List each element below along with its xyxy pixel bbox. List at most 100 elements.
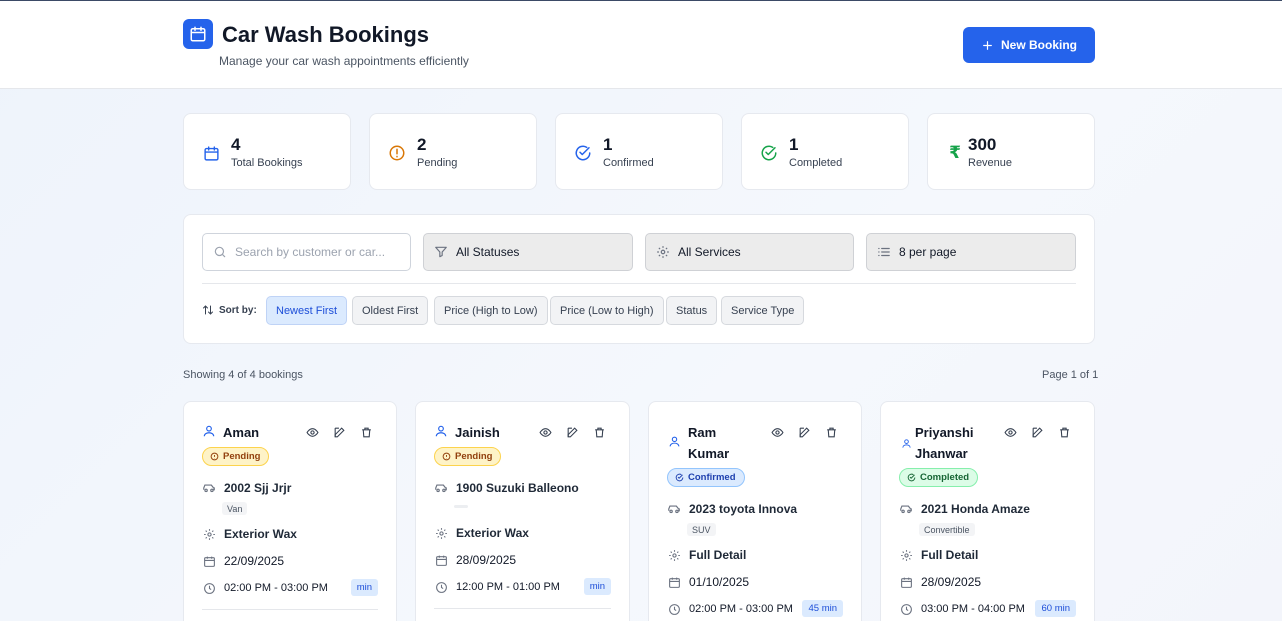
search-placeholder: Search by customer or car...	[235, 245, 386, 259]
service-row: Full Detail	[667, 548, 746, 562]
calendar-icon	[667, 575, 681, 589]
stat-confirmed: 1 Confirmed	[555, 113, 723, 190]
service-name: Full Detail	[921, 548, 979, 562]
stat-value: 1	[603, 135, 613, 154]
car-icon	[667, 502, 681, 516]
card-divider	[434, 608, 611, 609]
gear-icon	[434, 526, 448, 540]
status-badge: Completed	[899, 468, 979, 487]
view-icon[interactable]	[538, 425, 552, 439]
time-row: 03:00 PM - 04:00 PM	[899, 602, 1025, 616]
status-text: Pending	[223, 451, 261, 462]
car-name: 2023 toyota Innova	[689, 502, 798, 516]
service-name: Full Detail	[689, 548, 747, 562]
service-name: Exterior Wax	[224, 527, 297, 541]
gear-icon	[667, 548, 681, 562]
service-row: Exterior Wax	[434, 526, 529, 540]
sort-price-low-high[interactable]: Price (Low to High)	[550, 296, 664, 325]
stat-label: Pending	[417, 157, 458, 169]
clock-icon	[434, 580, 448, 594]
delete-icon[interactable]	[592, 425, 606, 439]
delete-icon[interactable]	[1057, 425, 1071, 439]
car-icon	[899, 502, 913, 516]
duration-badge: 45 min	[802, 600, 843, 617]
sort-label-text: Sort by:	[219, 304, 257, 316]
customer-name: Jainish	[455, 425, 500, 440]
date-row: 22/09/2025	[202, 554, 284, 568]
booking-card: Ram Kumar Confirmed 2023 toyota Innova S…	[648, 401, 862, 621]
customer-name: Priyanshi Jhanwar	[915, 425, 974, 461]
per-page-value: 8 per page	[899, 245, 957, 259]
user-icon	[202, 424, 216, 438]
view-icon[interactable]	[305, 425, 319, 439]
new-booking-button[interactable]: New Booking	[963, 27, 1095, 63]
stat-revenue: ₹ 300 Revenue	[927, 113, 1095, 190]
booking-date: 22/09/2025	[224, 554, 285, 568]
delete-icon[interactable]	[359, 425, 373, 439]
view-icon[interactable]	[1003, 425, 1017, 439]
sort-newest-first[interactable]: Newest First	[266, 296, 348, 325]
gear-icon	[202, 527, 216, 541]
booking-time: 03:00 PM - 04:00 PM	[921, 603, 1025, 615]
alert-circle-icon	[442, 452, 451, 461]
check-circle-icon	[759, 143, 779, 163]
check-circle-icon	[675, 473, 684, 482]
booking-card: Jainish Pending 1900 Suzuki Balleono Ext…	[415, 401, 630, 621]
clock-icon	[899, 602, 913, 616]
duration-badge: min	[350, 579, 378, 596]
date-row: 28/09/2025	[899, 575, 981, 589]
edit-icon[interactable]	[565, 425, 579, 439]
sort-oldest-first[interactable]: Oldest First	[352, 296, 429, 325]
vehicle-type-badge: Convertible	[919, 523, 975, 536]
filter-icon	[434, 245, 448, 259]
check-circle-icon	[573, 143, 593, 163]
stat-total-bookings: 4 Total Bookings	[183, 113, 351, 190]
booking-card: Aman Pending 2002 Sjj Jrjr Van Exterior …	[183, 401, 397, 621]
card-actions	[538, 425, 606, 439]
page-title: Car Wash Bookings	[222, 22, 429, 47]
per-page-select[interactable]: 8 per page	[866, 233, 1076, 271]
view-icon[interactable]	[770, 425, 784, 439]
service-filter-select[interactable]: All Services	[645, 233, 854, 271]
user-icon	[434, 424, 448, 438]
stat-label: Total Bookings	[231, 157, 303, 169]
clock-icon	[202, 581, 216, 595]
service-filter-value: All Services	[678, 245, 741, 259]
duration-badge: min	[583, 578, 611, 595]
car-name: 2021 Honda Amaze	[921, 502, 1030, 516]
booking-date: 01/10/2025	[689, 575, 750, 589]
booking-time: 02:00 PM - 03:00 PM	[224, 582, 328, 594]
car-row: 2021 Honda Amaze	[899, 502, 1030, 516]
status-badge: Confirmed	[667, 468, 745, 487]
edit-icon[interactable]	[1030, 425, 1044, 439]
service-name: Exterior Wax	[456, 526, 529, 540]
delete-icon[interactable]	[824, 425, 838, 439]
page-indicator: Page 1 of 1	[1042, 369, 1099, 381]
search-input[interactable]: Search by customer or car...	[202, 233, 411, 271]
edit-icon[interactable]	[332, 425, 346, 439]
user-icon	[899, 436, 913, 450]
duration-badge: 60 min	[1035, 600, 1076, 617]
status-text: Completed	[920, 472, 970, 483]
date-row: 01/10/2025	[667, 575, 749, 589]
car-name: 2002 Sjj Jrjr	[224, 481, 292, 495]
car-name: 1900 Suzuki Balleono	[456, 481, 579, 495]
card-actions	[1003, 425, 1071, 439]
edit-icon[interactable]	[797, 425, 811, 439]
stat-value: 4	[231, 135, 241, 154]
alert-circle-icon	[387, 143, 407, 163]
vehicle-type-badge	[454, 505, 468, 508]
booking-date: 28/09/2025	[456, 553, 517, 567]
status-text: Pending	[455, 451, 493, 462]
sort-status[interactable]: Status	[666, 296, 718, 325]
sort-price-high-low[interactable]: Price (High to Low)	[434, 296, 548, 325]
date-row: 28/09/2025	[434, 553, 516, 567]
plus-icon	[983, 40, 992, 50]
gear-icon	[899, 548, 913, 562]
status-filter-select[interactable]: All Statuses	[423, 233, 633, 271]
stat-pending: 2 Pending	[369, 113, 537, 190]
list-icon	[877, 245, 891, 259]
check-circle-icon	[907, 473, 916, 482]
stat-label: Completed	[789, 157, 843, 169]
sort-service-type[interactable]: Service Type	[721, 296, 805, 325]
